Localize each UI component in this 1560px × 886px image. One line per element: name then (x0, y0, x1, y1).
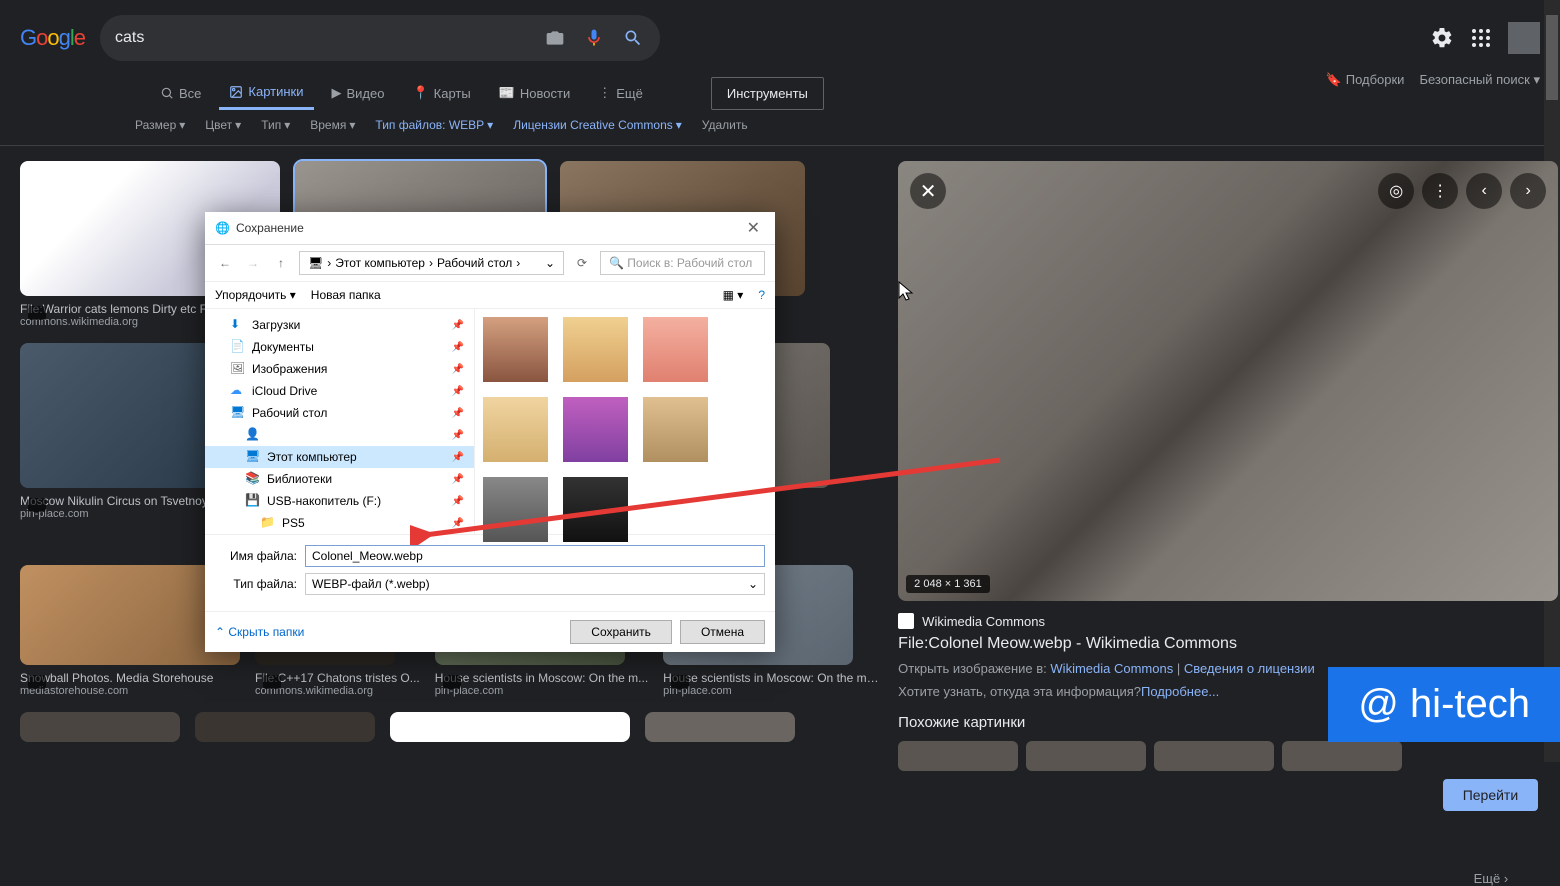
sidebar-item[interactable]: ☁iCloud Drive📌 (205, 380, 474, 402)
collections-link[interactable]: 🔖 Подборки (1326, 72, 1405, 88)
detail-title: File:Colonel Meow.webp - Wikimedia Commo… (898, 635, 1558, 653)
tab-video[interactable]: ▶ Видео (322, 77, 395, 109)
dimensions-badge: 2 048 × 1 361 (906, 575, 990, 593)
related-more-link[interactable]: Ещё › (1474, 871, 1509, 886)
search-input[interactable] (115, 29, 543, 47)
filetype-label: Тип файла: (215, 577, 305, 591)
organize-button[interactable]: Упорядочить ▾ (215, 288, 296, 302)
tab-all[interactable]: Все (150, 78, 211, 109)
prev-icon[interactable]: ‹ (1466, 173, 1502, 209)
related-thumb[interactable] (1282, 741, 1402, 771)
tab-images[interactable]: Картинки (219, 76, 313, 110)
license-badge-icon (263, 675, 281, 689)
avatar[interactable] (1508, 22, 1540, 54)
sidebar-item[interactable]: 💾USB-накопитель (F:)📌 (205, 490, 474, 512)
sidebar-item[interactable]: 📚Библиотеки📌 (205, 468, 474, 490)
tab-more[interactable]: ⋮ Ещё (588, 77, 653, 109)
result-thumb[interactable] (390, 712, 630, 742)
search-icon[interactable] (621, 26, 645, 50)
google-logo[interactable]: Google (20, 25, 85, 51)
filter-license[interactable]: Лицензии Creative Commons ▾ (513, 118, 682, 132)
filetype-select[interactable]: WEBP-файл (*.webp)⌄ (305, 573, 765, 595)
view-icon[interactable]: ▦ ▾ (723, 288, 744, 302)
dialog-title: Сохранение (236, 221, 742, 235)
result-thumb[interactable] (195, 712, 375, 742)
favicon-icon (898, 613, 914, 629)
new-folder-button[interactable]: Новая папка (311, 288, 381, 302)
sidebar-item[interactable]: 🖥Рабочий стол📌 (205, 402, 474, 424)
header: Google (0, 0, 1560, 76)
mic-icon[interactable] (582, 26, 606, 50)
related-thumb[interactable] (1154, 741, 1274, 771)
sidebar-item[interactable]: 📄Документы📌 (205, 336, 474, 358)
tools-button[interactable]: Инструменты (711, 77, 824, 110)
filename-input[interactable] (305, 545, 765, 567)
tab-maps[interactable]: 📍 Карты (402, 77, 480, 109)
filter-clear[interactable]: Удалить (702, 118, 748, 132)
up-icon[interactable]: ↑ (271, 253, 291, 273)
sidebar-item[interactable]: 👤📌 (205, 424, 474, 446)
filter-color[interactable]: Цвет ▾ (205, 118, 241, 132)
filter-row: Размер ▾ Цвет ▾ Тип ▾ Время ▾ Тип файлов… (0, 110, 1560, 140)
result-thumb[interactable] (645, 712, 795, 742)
filter-size[interactable]: Размер ▾ (135, 118, 185, 132)
search-bar (100, 15, 660, 61)
hide-folders-link[interactable]: ⌃ Скрыть папки (215, 625, 304, 639)
visit-button[interactable]: Перейти (1443, 779, 1538, 811)
filename-label: Имя файла: (215, 549, 305, 563)
related-thumb[interactable] (898, 741, 1018, 771)
filter-type[interactable]: Тип ▾ (261, 118, 290, 132)
license-badge-icon (28, 675, 46, 689)
source-name: Wikimedia Commons (922, 614, 1045, 629)
result-thumb[interactable] (20, 712, 180, 742)
detail-image[interactable]: ✕ ◎ ⋮ ‹ › 2 048 × 1 361 (898, 161, 1558, 601)
cancel-button[interactable]: Отмена (680, 620, 765, 644)
help-icon[interactable]: ? (758, 288, 765, 302)
dialog-search-input[interactable]: 🔍 Поиск в: Рабочий стол (600, 251, 765, 275)
dialog-file-area[interactable] (475, 309, 775, 534)
dialog-sidebar: ⬇Загрузки📌📄Документы📌🖼Изображения📌☁iClou… (205, 309, 475, 534)
open-source-link[interactable]: Wikimedia Commons (1050, 661, 1173, 676)
lens-icon[interactable]: ◎ (1378, 173, 1414, 209)
next-icon[interactable]: › (1510, 173, 1546, 209)
license-badge-icon (28, 306, 46, 320)
gear-icon[interactable] (1430, 26, 1454, 50)
filter-time[interactable]: Время ▾ (310, 118, 355, 132)
license-badge-icon (28, 498, 46, 512)
apps-icon[interactable] (1469, 26, 1493, 50)
path-bar[interactable]: 🖥 › Этот компьютер › Рабочий стол › ⌄ (299, 251, 564, 275)
filter-filetype[interactable]: Тип файлов: WEBP ▾ (375, 118, 493, 132)
save-button[interactable]: Сохранить (570, 620, 672, 644)
info-more-link[interactable]: Подробнее... (1141, 684, 1219, 699)
sidebar-item[interactable]: 📁PS5📌 (205, 512, 474, 534)
watermark: @ hi-tech (1328, 667, 1560, 742)
license-link[interactable]: Сведения о лицензии (1184, 661, 1315, 676)
back-icon[interactable]: ← (215, 253, 235, 273)
close-icon[interactable]: ✕ (910, 173, 946, 209)
sidebar-item[interactable]: ⬇Загрузки📌 (205, 314, 474, 336)
save-dialog: 🌐 Сохранение ✕ ← → ↑ 🖥 › Этот компьютер … (205, 212, 775, 652)
safe-search-link[interactable]: Безопасный поиск ▾ (1419, 72, 1540, 88)
dialog-close-icon[interactable]: ✕ (742, 218, 765, 238)
forward-icon[interactable]: → (243, 253, 263, 273)
refresh-icon[interactable]: ⟳ (572, 253, 592, 273)
license-badge-icon (443, 675, 461, 689)
camera-icon[interactable] (543, 26, 567, 50)
related-thumb[interactable] (1026, 741, 1146, 771)
more-icon[interactable]: ⋮ (1422, 173, 1458, 209)
sidebar-item[interactable]: 🖥Этот компьютер📌 (205, 446, 474, 468)
tab-news[interactable]: 📰 Новости (489, 77, 581, 109)
license-badge-icon (671, 675, 689, 689)
sidebar-item[interactable]: 🖼Изображения📌 (205, 358, 474, 380)
